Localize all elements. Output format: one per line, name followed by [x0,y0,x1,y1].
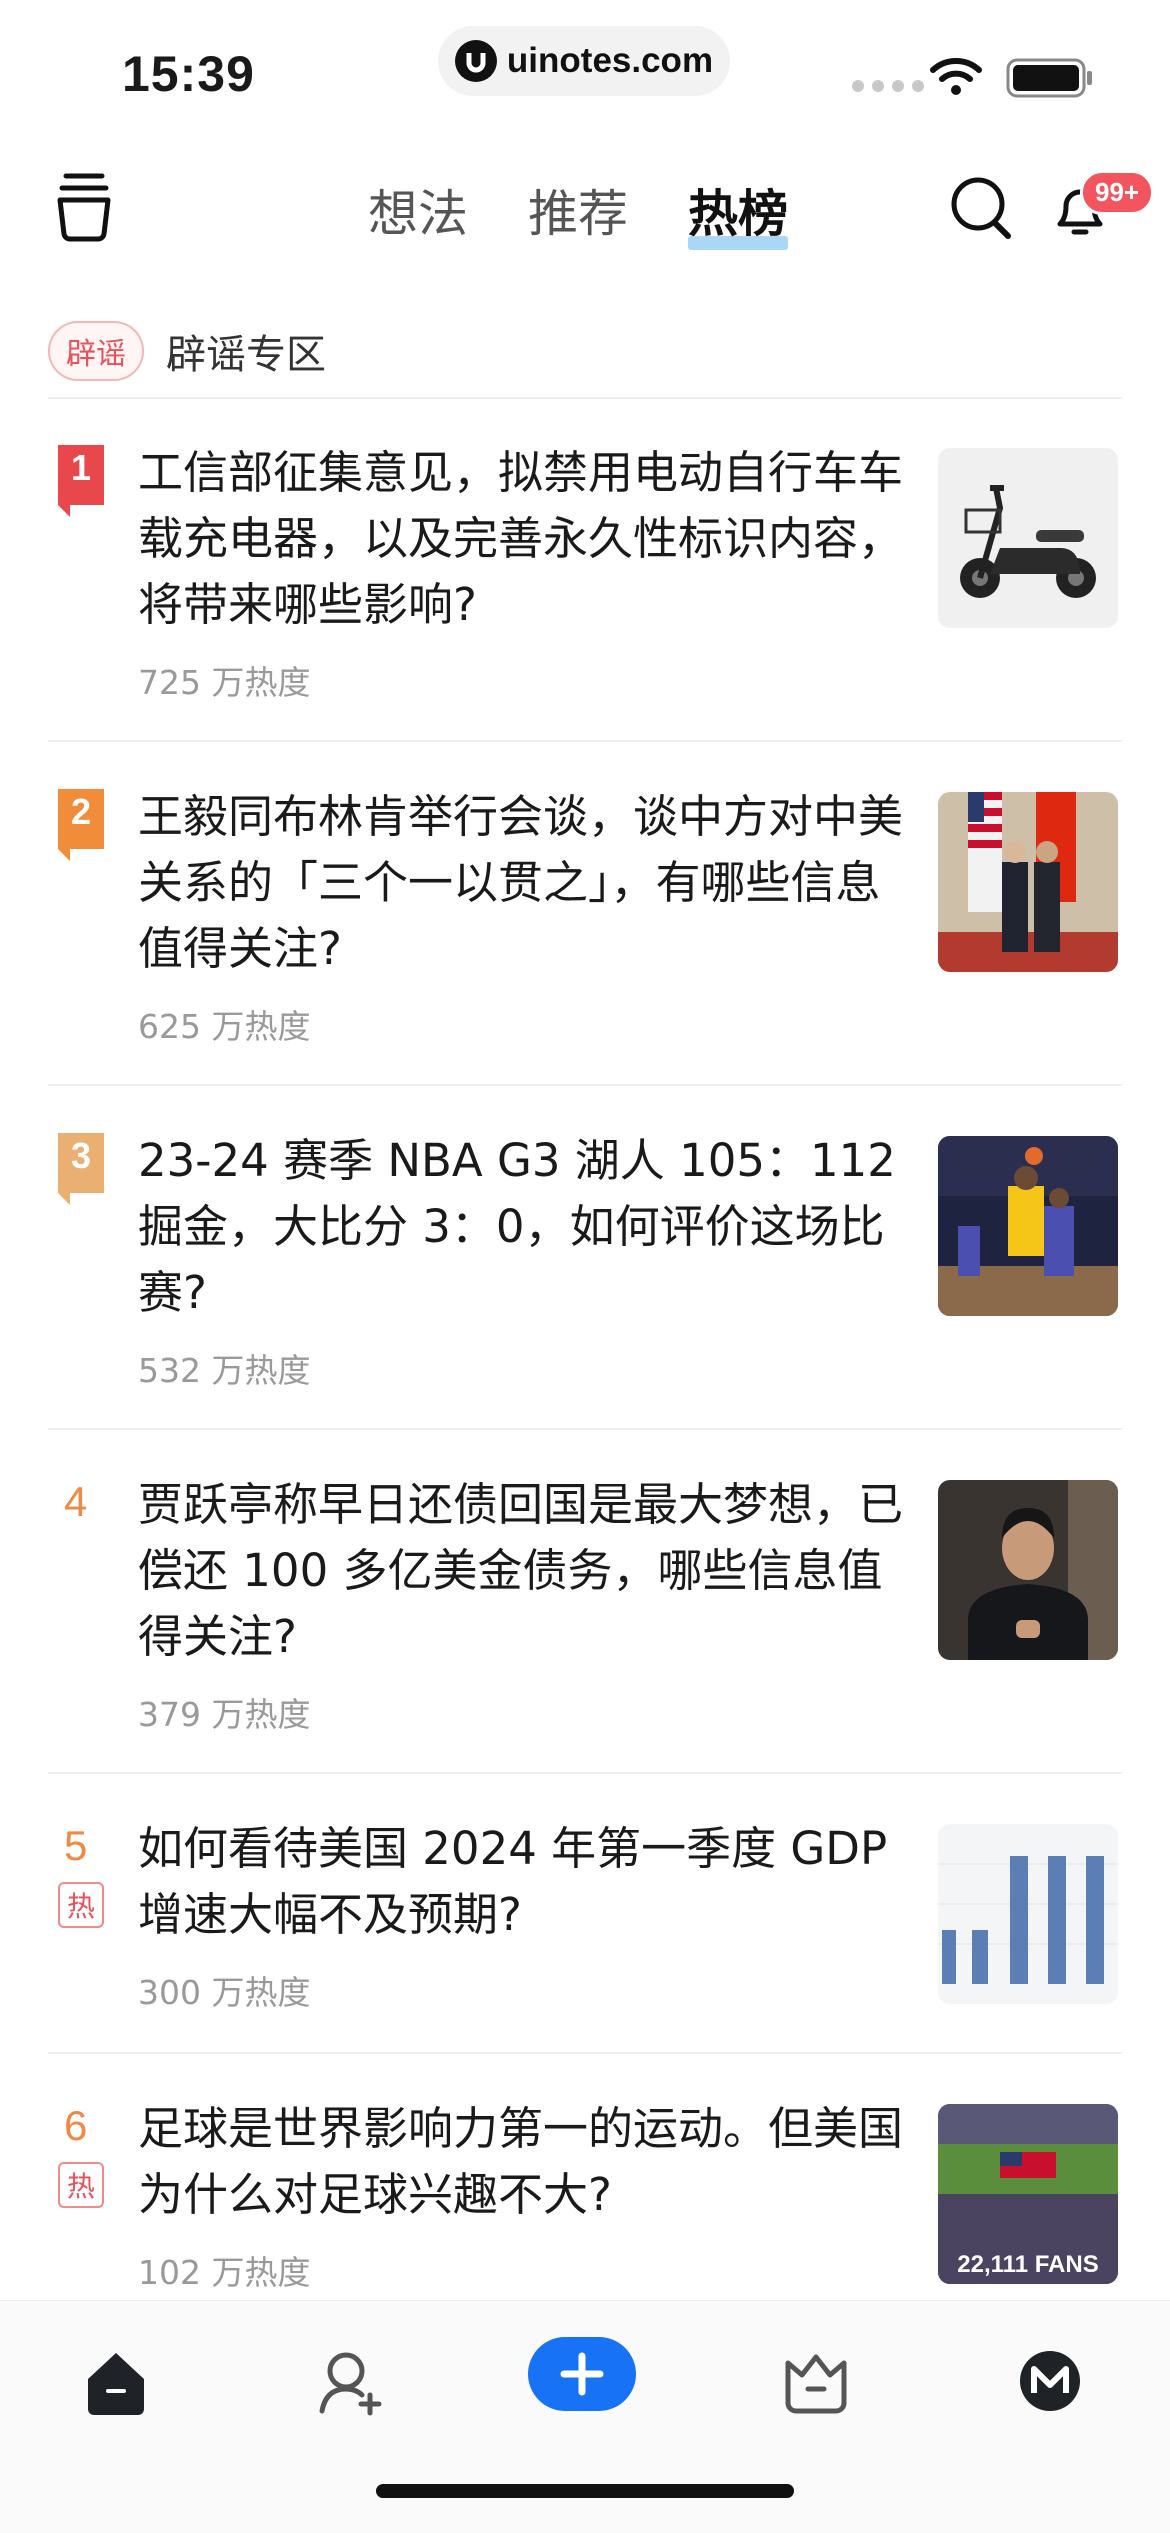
wifi-icon [930,58,982,95]
follow-user-icon[interactable] [318,2349,386,2417]
battery-icon [1006,58,1092,98]
hamburger-cup-icon[interactable] [54,172,114,242]
item-title: 23-24 赛季 NBA G3 湖人 105：112 掘金，大比分 3：0，如何… [138,1134,896,1319]
tab-recommend[interactable]: 推荐 [528,174,628,246]
item-title: 王毅同布林肯举行会谈，谈中方对中美关系的「三个一以贯之」，有哪些信息值得关注? [138,790,904,975]
url-text: uinotes.com [506,41,714,80]
item-title: 足球是世界影响力第一的运动。但美国为什么对足球兴趣不大? [138,2102,904,2221]
item-heat: 725 万热度 [138,663,311,702]
rank-number: 1 [70,447,92,488]
item-heat: 102 万热度 [138,2253,311,2292]
item-heat: 379 万热度 [138,1695,311,1734]
e-bike-image [938,448,1118,628]
rank-number: 6 [64,2102,88,2149]
list-item[interactable]: 4 贾跃亭称早日还债回国是最大梦想，已偿还 100 多亿美金债务，哪些信息值得关… [48,1430,1122,1774]
list-item[interactable]: 3 23-24 赛季 NBA G3 湖人 105：112 掘金，大比分 3：0，… [48,1086,1122,1430]
item-title: 贾跃亭称早日还债回国是最大梦想，已偿还 100 多亿美金债务，哪些信息值得关注? [138,1478,904,1663]
rank-number: 4 [64,1478,88,1525]
item-title: 如何看待美国 2024 年第一季度 GDP 增速大幅不及预期? [138,1822,888,1941]
list-item[interactable]: 5 热 如何看待美国 2024 年第一季度 GDP 增速大幅不及预期? 300 … [48,1774,1122,2054]
rank-number: 3 [70,1135,92,1176]
stadium-image: 22,111 FANS [938,2104,1118,2284]
rank-flag: 1 [58,445,104,517]
stadium-caption: 22,111 FANS [957,2251,1098,2278]
basketball-game-image [938,1136,1118,1316]
rank-flag: 2 [58,789,104,861]
profile-avatar-icon[interactable] [1018,2349,1082,2413]
rank-flag: 3 [58,1133,104,1205]
home-indicator [376,2484,794,2498]
status-time: 15:39 [122,46,255,102]
home-icon[interactable] [84,2349,148,2417]
search-icon[interactable] [948,172,1014,242]
hot-tag: 热 [58,1882,104,1928]
list-item[interactable]: 1 工信部征集意见，拟禁用电动自行车车载充电器，以及完善永久性标识内容，将带来哪… [48,398,1122,742]
rumor-zone-entry[interactable]: 辟谣 辟谣专区 [48,305,1122,399]
status-bar: 15:39 uinotes.com [0,0,1170,140]
tab-bar: 想法 推荐 热榜 [368,174,788,250]
tab-hot[interactable]: 热榜 [688,174,788,250]
gdp-bar-chart-image [938,1824,1118,2004]
tab-ideas[interactable]: 想法 [368,174,468,246]
top-nav: 想法 推荐 热榜 99+ [0,150,1170,270]
rank-number: 2 [70,791,92,832]
plus-icon [560,2352,604,2396]
membership-icon[interactable] [782,2349,850,2417]
rumor-zone-label: 辟谣专区 [166,332,326,378]
url-pill[interactable]: uinotes.com [438,26,730,96]
create-post-button[interactable] [528,2337,636,2411]
hot-tag: 热 [58,2162,104,2208]
list-item[interactable]: 6 热 足球是世界影响力第一的运动。但美国为什么对足球兴趣不大? 102 万热度… [48,2054,1122,2324]
bottom-nav [0,2300,1170,2533]
site-logo-icon [454,40,497,82]
item-heat: 532 万热度 [138,1351,311,1390]
hot-list: 1 工信部征集意见，拟禁用电动自行车车载充电器，以及完善永久性标识内容，将带来哪… [48,398,1122,2324]
rumor-badge: 辟谣 [48,321,144,381]
item-heat: 300 万热度 [138,1973,311,2012]
item-title: 工信部征集意见，拟禁用电动自行车车载充电器，以及完善永久性标识内容，将带来哪些影… [138,446,904,631]
diplomats-handshake-image [938,792,1118,972]
rank-number: 5 [64,1822,88,1869]
list-item[interactable]: 2 王毅同布林肯举行会谈，谈中方对中美关系的「三个一以贯之」，有哪些信息值得关注… [48,742,1122,1086]
notification-badge: 99+ [1080,170,1155,215]
man-portrait-image [938,1480,1118,1660]
cellular-signal-icon [852,80,924,92]
item-heat: 625 万热度 [138,1007,311,1046]
